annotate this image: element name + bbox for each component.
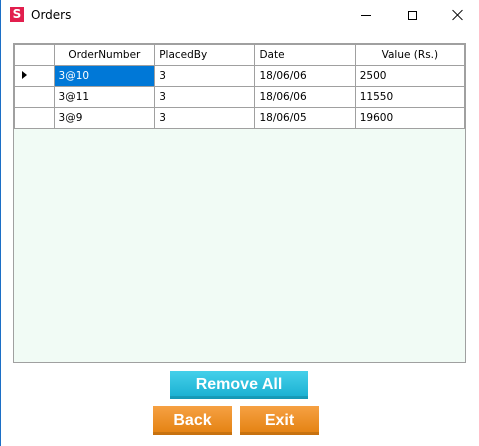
- table-cell-date[interactable]: 18/06/05: [254, 107, 356, 129]
- orders-grid[interactable]: OrderNumber PlacedBy Date Value (Rs.) 3@…: [13, 43, 466, 363]
- table-cell-date[interactable]: 18/06/06: [254, 86, 356, 108]
- row-header[interactable]: [14, 65, 55, 87]
- maximize-icon: [407, 10, 417, 20]
- column-header-placedby[interactable]: PlacedBy: [154, 44, 256, 66]
- row-header[interactable]: [14, 107, 55, 129]
- table-cell-ordernumber[interactable]: 3@11: [53, 86, 156, 108]
- minimize-button[interactable]: [343, 0, 389, 30]
- table-cell-placedby[interactable]: 3: [154, 107, 256, 129]
- title-bar[interactable]: S Orders: [1, 0, 479, 30]
- close-icon: [452, 9, 464, 21]
- maximize-button[interactable]: [389, 0, 435, 30]
- current-row-arrow-icon: [22, 71, 27, 79]
- table-cell-placedby[interactable]: 3: [154, 86, 256, 108]
- table-row[interactable]: 3@11 3 18/06/06 11550: [14, 86, 466, 108]
- back-button[interactable]: Back: [153, 406, 232, 435]
- table-row[interactable]: 3@10 3 18/06/06 2500: [14, 65, 466, 87]
- table-row[interactable]: 3@9 3 18/06/05 19600: [14, 107, 466, 129]
- column-header-date[interactable]: Date: [254, 44, 356, 66]
- column-header-value[interactable]: Value (Rs.): [354, 44, 466, 66]
- corner-header[interactable]: [14, 44, 55, 66]
- app-icon: S: [10, 7, 24, 22]
- exit-button[interactable]: Exit: [240, 406, 319, 435]
- header-row: OrderNumber PlacedBy Date Value (Rs.): [14, 44, 466, 66]
- table-cell-value[interactable]: 11550: [354, 86, 466, 108]
- remove-all-button[interactable]: Remove All: [170, 371, 308, 399]
- row-header[interactable]: [14, 86, 55, 108]
- minimize-icon: [361, 14, 371, 16]
- window-border: [0, 0, 1, 446]
- table-cell-placedby[interactable]: 3: [154, 65, 256, 87]
- column-header-ordernumber[interactable]: OrderNumber: [53, 44, 156, 66]
- table-cell-value[interactable]: 19600: [354, 107, 466, 129]
- table-cell-ordernumber[interactable]: 3@9: [53, 107, 156, 129]
- orders-window: S Orders OrderNumber PlacedBy Date Value…: [0, 0, 479, 446]
- table-cell-ordernumber[interactable]: 3@10: [53, 65, 156, 87]
- close-button[interactable]: [435, 0, 479, 30]
- orders-table: OrderNumber PlacedBy Date Value (Rs.) 3@…: [14, 44, 466, 129]
- table-cell-value[interactable]: 2500: [354, 65, 466, 87]
- table-cell-date[interactable]: 18/06/06: [254, 65, 356, 87]
- window-title: Orders: [31, 8, 72, 22]
